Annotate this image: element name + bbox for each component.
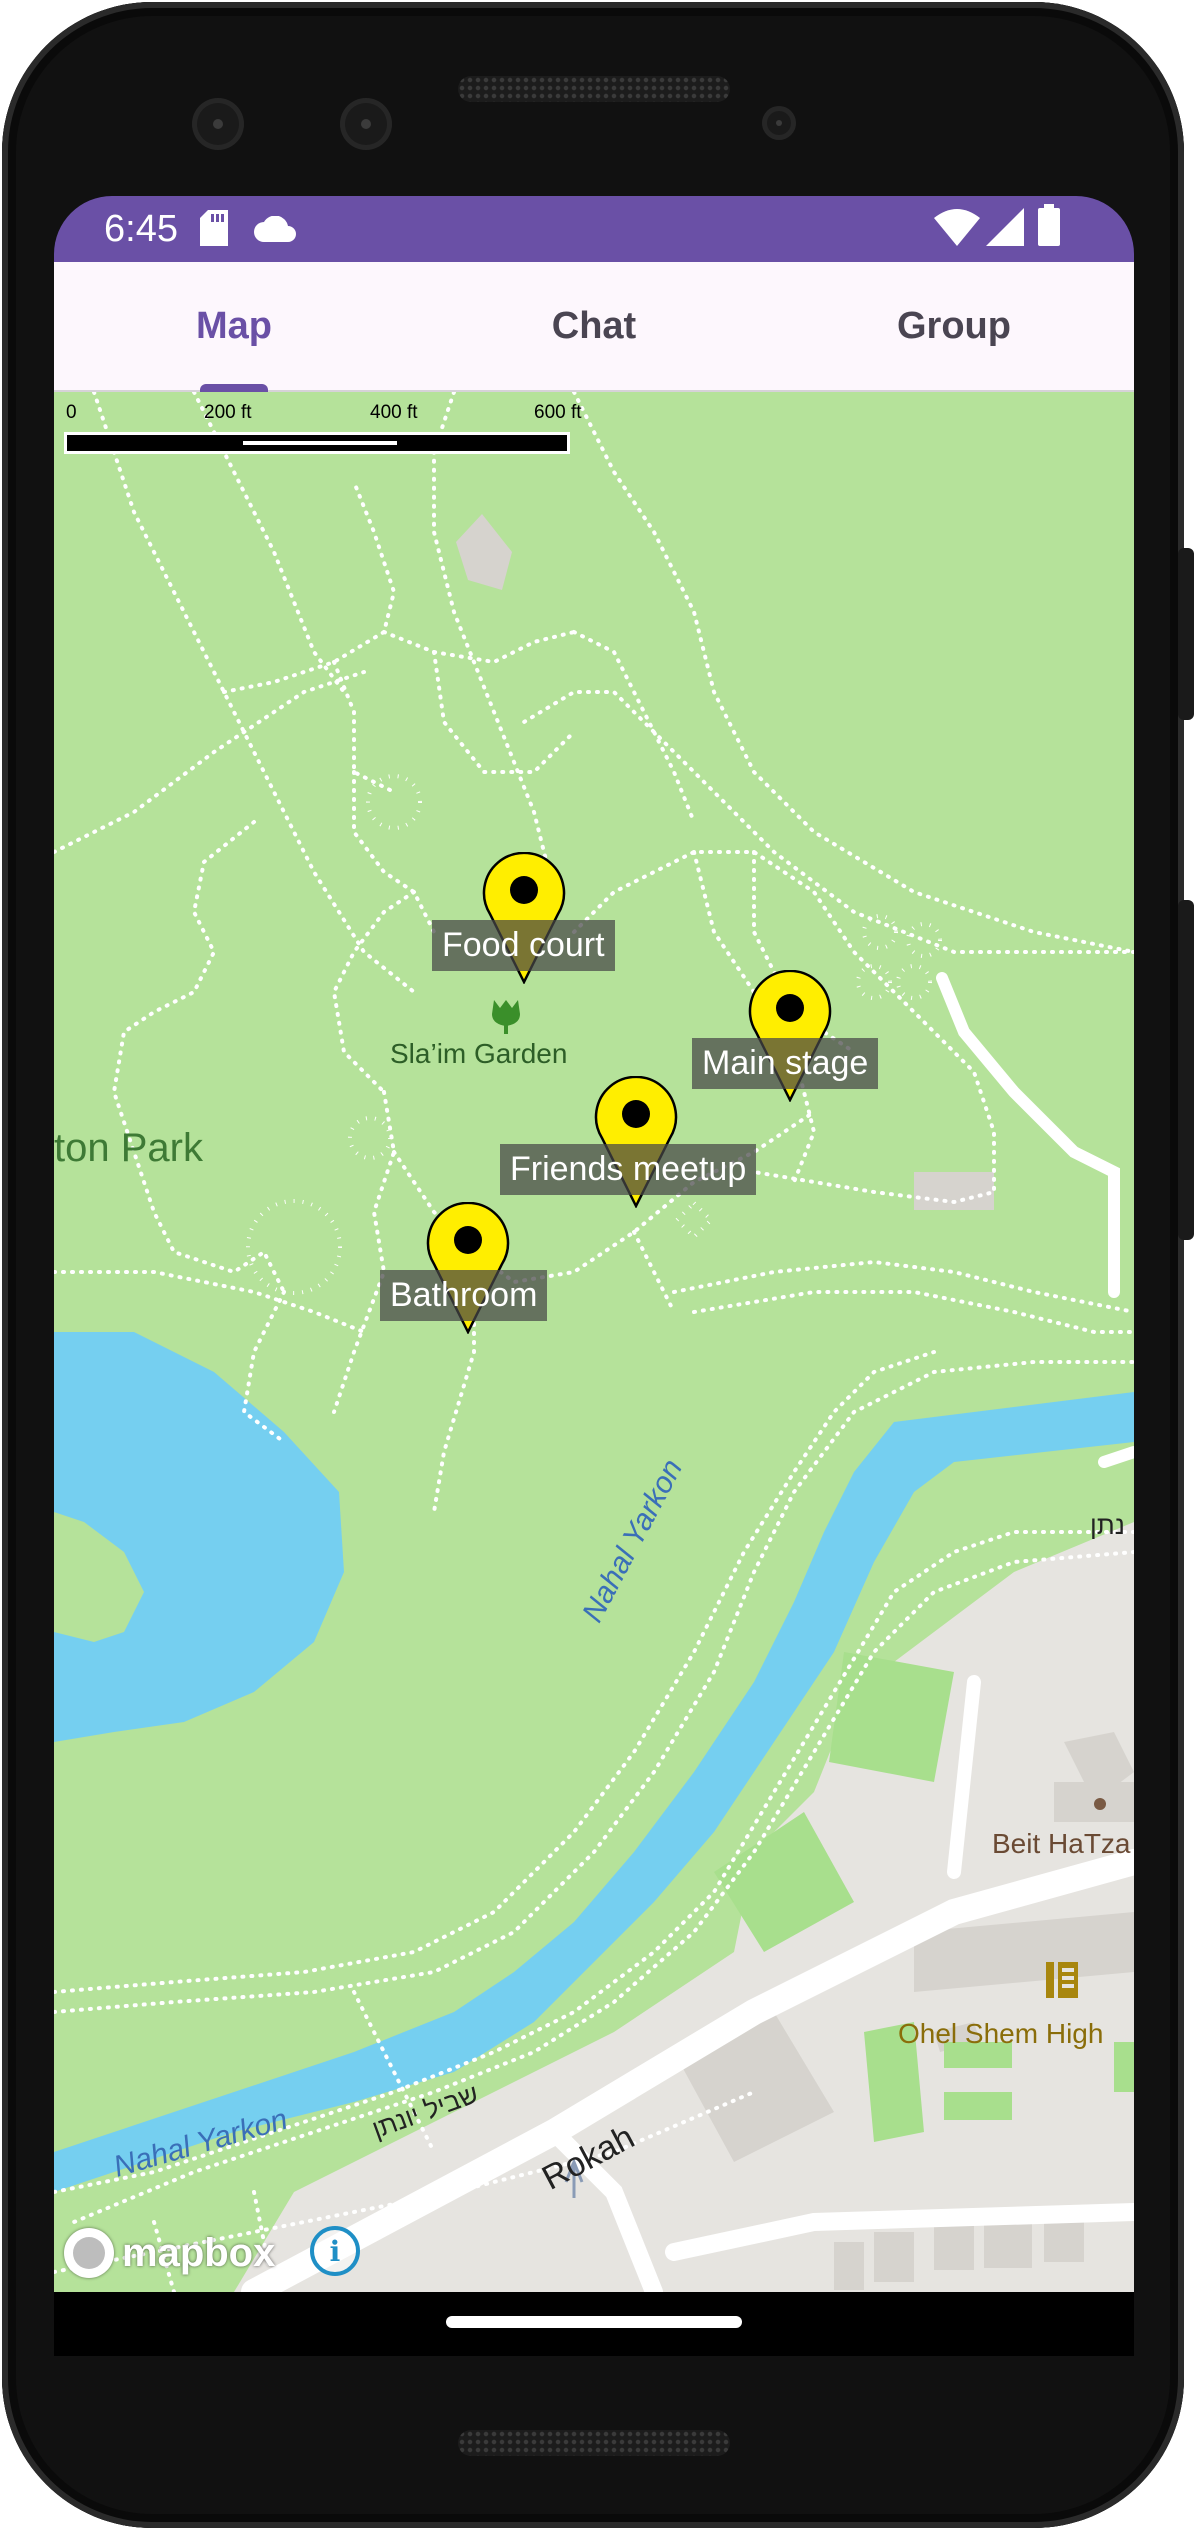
wifi-icon xyxy=(934,209,980,246)
poi-dot xyxy=(1094,1798,1106,1810)
tab-chat[interactable]: Chat xyxy=(414,262,774,390)
mapbox-logo-text: mapbox xyxy=(122,2230,276,2275)
scale-label-600: 600 ft xyxy=(534,402,582,423)
marker-label-friends-meetup[interactable]: Friends meetup xyxy=(500,1144,757,1195)
tab-group[interactable]: Group xyxy=(774,262,1134,390)
front-camera-left xyxy=(192,98,244,150)
park-label: ton Park xyxy=(54,1126,203,1170)
sd-card-icon xyxy=(200,210,228,246)
scale-label-0: 0 xyxy=(66,402,77,423)
tab-map[interactable]: Map xyxy=(54,262,414,390)
beit-label: Beit HaTza xyxy=(992,1828,1131,1859)
tab-selected-indicator xyxy=(200,384,268,392)
marker-label-main-stage[interactable]: Main stage xyxy=(692,1038,879,1089)
cloud-icon xyxy=(254,216,296,242)
mapbox-logo[interactable]: mapbox xyxy=(64,2228,275,2278)
marker-label-food-court[interactable]: Food court xyxy=(432,920,615,971)
scale-label-400: 400 ft xyxy=(370,402,418,423)
garden-icon xyxy=(492,1000,520,1034)
signal-icon xyxy=(986,208,1024,246)
path-circles xyxy=(246,774,942,1295)
front-camera-right xyxy=(340,98,392,150)
volume-button xyxy=(1178,900,1194,1240)
mapbox-logo-icon xyxy=(64,2228,114,2278)
scale-label-200: 200 ft xyxy=(204,402,252,423)
marker-label-bathroom[interactable]: Bathroom xyxy=(380,1270,548,1321)
map-canvas xyxy=(54,392,1134,2292)
phone-frame: 6:45 Map Chat Group 0 200 ft 400 ft 600 … xyxy=(0,0,1194,2532)
status-bar: 6:45 xyxy=(54,196,1134,262)
navigation-bar xyxy=(54,2292,1134,2356)
tab-bar: Map Chat Group xyxy=(54,262,1134,392)
power-button xyxy=(1178,548,1194,720)
attribution-info-button[interactable]: i xyxy=(310,2226,360,2276)
school-label: Ohel Shem High xyxy=(898,2018,1104,2049)
screen: 6:45 Map Chat Group 0 200 ft 400 ft 600 … xyxy=(54,196,1134,2356)
bottom-speaker xyxy=(458,2430,730,2456)
scale-bar xyxy=(64,432,570,454)
school-icon xyxy=(1046,1962,1078,1998)
map-view[interactable]: 0 200 ft 400 ft 600 ft Sla’im Garden ton… xyxy=(54,392,1134,2292)
trail-label-right: נתן xyxy=(1090,1510,1125,1540)
proximity-sensor xyxy=(762,106,796,140)
garden-label: Sla’im Garden xyxy=(390,1038,568,1069)
status-time: 6:45 xyxy=(104,208,178,250)
battery-icon xyxy=(1038,204,1060,246)
earpiece-speaker xyxy=(458,76,730,102)
home-gesture-handle[interactable] xyxy=(446,2316,742,2328)
pavilion-building xyxy=(456,514,512,590)
